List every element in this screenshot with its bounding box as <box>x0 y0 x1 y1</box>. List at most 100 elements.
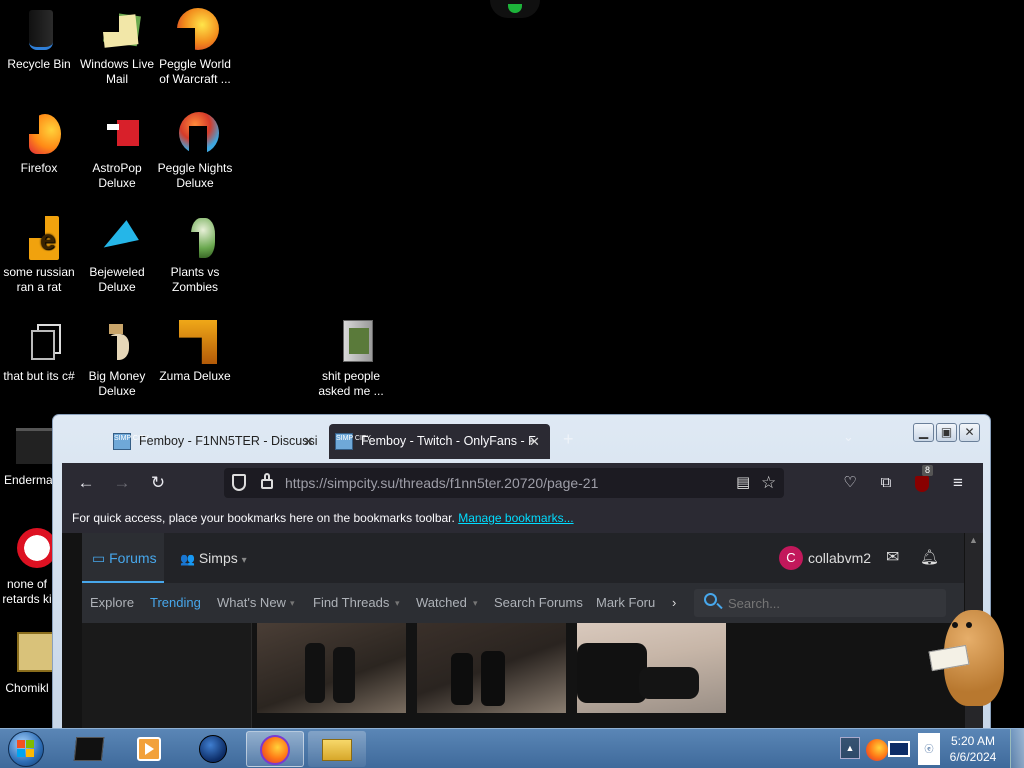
desktop-icon-retards[interactable]: none of retards ki <box>0 526 57 607</box>
clock-time: 5:20 AM <box>950 734 996 748</box>
desktop: Recycle Bin Firefox e some russian ran a… <box>0 0 1024 768</box>
inbox-icon[interactable]: ✉ <box>886 533 899 583</box>
subnav-whats-new[interactable]: What's New <box>217 583 286 623</box>
mail-icon <box>93 6 141 54</box>
chevron-right-icon[interactable]: › <box>672 583 676 623</box>
tray-icons[interactable] <box>864 733 918 765</box>
users-icon: 👥 <box>180 552 195 566</box>
bookmark-star-icon[interactable]: ☆ <box>761 468 776 498</box>
reader-view-icon[interactable]: ▤ <box>736 468 750 498</box>
forum-search[interactable] <box>694 589 946 617</box>
firefox-icon <box>15 110 63 158</box>
desktop-icon-peggle-nights[interactable]: Peggle Nights Deluxe <box>156 110 234 191</box>
chevron-down-icon: ▾ <box>290 598 295 608</box>
desktop-icon-firefox[interactable]: Firefox <box>0 110 78 176</box>
sub-navigation: Explore Trending What's New ▾ Find Threa… <box>82 583 964 623</box>
attachment-thumbnail[interactable] <box>257 623 406 713</box>
system-clock[interactable]: 5:20 AM 6/6/2024 <box>940 729 1006 768</box>
simpcity-favicon: SIMP CITY <box>335 433 371 450</box>
ublock-icon[interactable]: 8 <box>908 463 936 503</box>
subnav-find-threads[interactable]: Find Threads <box>313 583 389 623</box>
address-bar[interactable]: https://simpcity.su/threads/f1nn5ter.207… <box>224 468 784 498</box>
subnav-explore[interactable]: Explore <box>90 583 134 623</box>
gem-icon <box>93 214 141 262</box>
bookmarks-toolbar: For quick access, place your bookmarks h… <box>62 503 983 533</box>
shield-icon[interactable] <box>232 474 246 491</box>
extensions-icon[interactable]: ⧉ <box>872 463 900 503</box>
tab-inactive[interactable]: SIMP CITY Femboy - F1NN5TER - Discussi ✕ <box>107 424 317 459</box>
subnav-search-forums[interactable]: Search Forums <box>494 583 583 623</box>
nav-forums[interactable]: ▭ Forums <box>92 533 157 583</box>
desktop-icon-big-money[interactable]: Big Money Deluxe <box>78 318 156 399</box>
manage-bookmarks-link[interactable]: Manage bookmarks... <box>458 511 573 525</box>
close-tab-icon[interactable]: ✕ <box>303 424 314 459</box>
avatar[interactable]: C <box>779 546 803 570</box>
chevron-down-icon: ▾ <box>395 598 400 608</box>
taskbar-globe[interactable] <box>184 731 242 767</box>
forward-arrow-icon[interactable]: → <box>108 463 136 503</box>
desktop-icon-astropop[interactable]: AstroPop Deluxe <box>78 110 156 191</box>
app-icon <box>3 630 57 678</box>
post-user-sidebar <box>82 623 252 733</box>
taskbar-explorer[interactable] <box>308 731 366 767</box>
bookmarks-hint: For quick access, place your bookmarks h… <box>72 511 455 525</box>
taskbar-app-terminal[interactable] <box>60 731 118 767</box>
attachment-thumbnail[interactable] <box>417 623 566 713</box>
desktop-icon-zuma[interactable]: Zuma Deluxe <box>156 318 234 384</box>
desktop-icon-rat[interactable]: e some russian ran a rat <box>0 214 78 295</box>
reload-icon[interactable]: ↻ <box>144 463 172 503</box>
page-content: ▭ Forums 👥 Simps ▾ C collabvm2 ✉ 🔔︎ Expl… <box>62 533 983 733</box>
tab-active[interactable]: SIMP CITY Femboy - Twitch - OnlyFans - F… <box>329 424 550 459</box>
menu-icon[interactable]: ≡ <box>944 463 972 503</box>
search-icon <box>704 593 717 606</box>
tab-title: Femboy - F1NN5TER - Discussi <box>139 434 317 448</box>
hamster-sticker <box>928 608 1006 708</box>
show-hidden-icons-button[interactable]: ▲ <box>840 737 860 759</box>
desktop-icon-peggle-wow[interactable]: Peggle World of Warcraft ... <box>156 6 234 87</box>
browser-window[interactable]: SIMP CITY Femboy - F1NN5TER - Discussi ✕… <box>52 414 991 734</box>
tab-list-icon[interactable]: ⌄ <box>843 429 854 445</box>
plant-icon <box>171 214 219 262</box>
desktop-icon-bejeweled[interactable]: Bejeweled Deluxe <box>78 214 156 295</box>
desktop-icon-windows-live-mail[interactable]: Windows Live Mail <box>78 6 156 87</box>
app-icon <box>3 526 57 574</box>
peggle-nights-icon <box>171 110 219 158</box>
desktop-icon-plants-vs-zombies[interactable]: Plants vs Zombies <box>156 214 234 295</box>
chevron-down-icon: ▾ <box>473 598 478 608</box>
simpcity-favicon: SIMP CITY <box>113 433 149 450</box>
network-icon[interactable]: ⓔ <box>918 733 940 765</box>
forums-icon: ▭ <box>92 550 106 566</box>
show-desktop-button[interactable] <box>1010 729 1024 768</box>
desktop-icon-recycle-bin[interactable]: Recycle Bin <box>0 6 78 72</box>
subnav-trending[interactable]: Trending <box>150 583 201 623</box>
close-tab-icon[interactable]: ✕ <box>529 424 540 459</box>
nav-simps[interactable]: 👥 Simps ▾ <box>180 533 247 583</box>
start-button[interactable] <box>4 729 48 768</box>
back-arrow-icon[interactable]: ← <box>72 463 100 503</box>
search-input[interactable] <box>728 593 928 613</box>
top-indicator <box>490 0 540 18</box>
close-window-button[interactable]: ✕ <box>959 423 980 442</box>
zuma-icon <box>171 318 219 366</box>
forum-header: ▭ Forums 👥 Simps ▾ C collabvm2 ✉ 🔔︎ <box>82 533 964 583</box>
subnav-watched[interactable]: Watched <box>416 583 467 623</box>
minimize-button[interactable]: ▁ <box>913 423 934 442</box>
tab-title: Femboy - Twitch - OnlyFans - F <box>361 434 536 448</box>
desktop-icon-enderman[interactable]: Enderma <box>0 422 56 488</box>
recycle-bin-icon <box>15 6 63 54</box>
desktop-icon-csharp[interactable]: that but its c# <box>0 318 78 384</box>
pocket-icon[interactable]: ♡ <box>836 463 864 503</box>
maximize-button[interactable]: ▣ <box>936 423 957 442</box>
username[interactable]: collabvm2 <box>808 533 871 583</box>
desktop-icon-chomik[interactable]: Chomikl <box>0 630 57 696</box>
subnav-mark-forums[interactable]: Mark Foru <box>596 583 658 623</box>
attachment-thumbnail[interactable] <box>577 623 726 713</box>
url-text[interactable]: https://simpcity.su/threads/f1nn5ter.207… <box>285 468 598 498</box>
new-tab-button[interactable]: + <box>563 429 574 450</box>
taskbar-firefox[interactable] <box>246 731 304 767</box>
peggle-icon <box>171 6 219 54</box>
folder-icon <box>327 318 375 366</box>
desktop-icon-folder[interactable]: shit people asked me ... <box>312 318 390 399</box>
taskbar-media-player[interactable] <box>120 731 178 767</box>
alerts-bell-icon[interactable]: 🔔︎ <box>920 533 939 583</box>
